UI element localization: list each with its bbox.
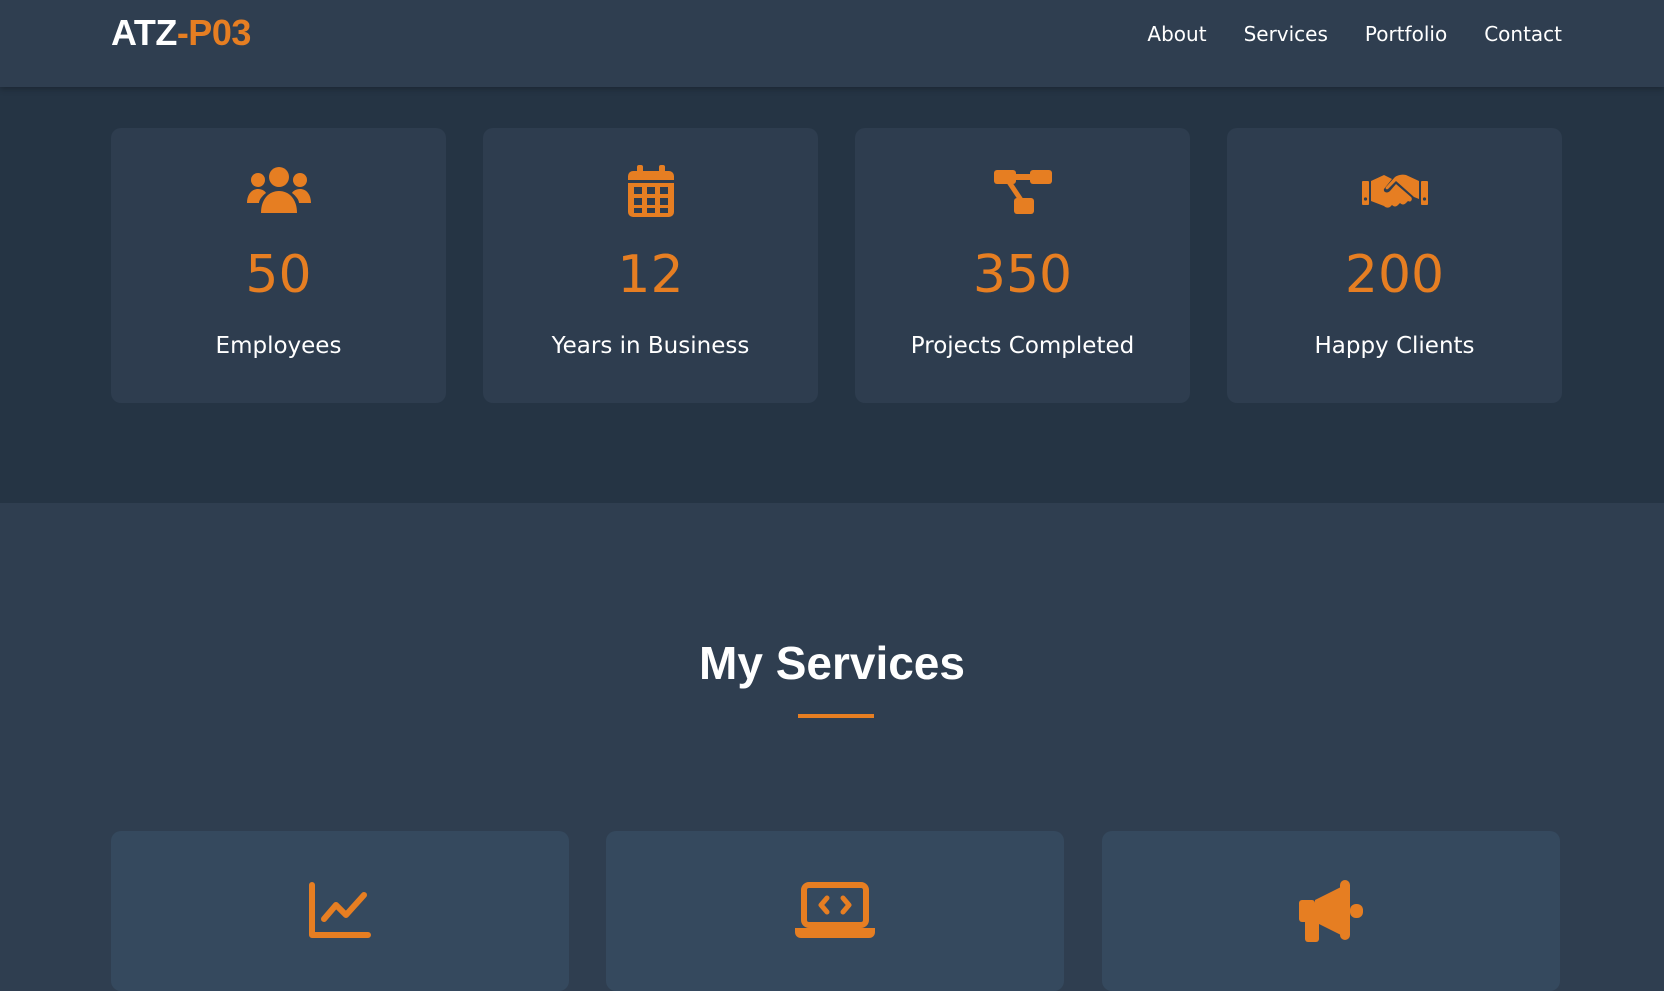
stat-card-clients: 200 Happy Clients xyxy=(1227,128,1562,403)
logo-accent-text: -P03 xyxy=(176,12,252,53)
service-card-analytics[interactable] xyxy=(111,831,569,991)
stat-value: 12 xyxy=(617,245,684,305)
stat-label: Years in Business xyxy=(551,333,750,359)
stat-value: 50 xyxy=(245,245,312,305)
nav-link-portfolio[interactable]: Portfolio xyxy=(1365,20,1447,48)
megaphone-icon xyxy=(1102,877,1560,943)
nav-link-services[interactable]: Services xyxy=(1244,20,1328,48)
logo-text: ATZ xyxy=(111,12,177,53)
calendar-icon xyxy=(483,163,818,219)
title-underline xyxy=(798,714,874,718)
nav-link-contact[interactable]: Contact xyxy=(1484,20,1562,48)
stats-section: 50 Employees 12 Years in Business 350 Pr… xyxy=(0,87,1664,503)
services-section: My Services xyxy=(0,503,1664,991)
section-title: My Services xyxy=(699,637,965,689)
site-logo[interactable]: ATZ-P03 xyxy=(111,12,251,54)
stat-label: Happy Clients xyxy=(1314,333,1475,359)
nav-link-about[interactable]: About xyxy=(1147,20,1206,48)
stat-card-years: 12 Years in Business xyxy=(483,128,818,403)
service-card-marketing[interactable] xyxy=(1102,831,1560,991)
stat-value: 350 xyxy=(972,245,1073,305)
stat-label: Projects Completed xyxy=(910,333,1135,359)
main-nav: About Services Portfolio Contact xyxy=(1147,20,1562,48)
handshake-icon xyxy=(1227,163,1562,219)
service-card-development[interactable] xyxy=(606,831,1064,991)
project-diagram-icon xyxy=(855,163,1190,219)
chart-line-icon xyxy=(111,877,569,943)
users-icon xyxy=(111,163,446,219)
stat-card-employees: 50 Employees xyxy=(111,128,446,403)
stat-card-projects: 350 Projects Completed xyxy=(855,128,1190,403)
laptop-code-icon xyxy=(606,877,1064,943)
stat-value: 200 xyxy=(1344,245,1445,305)
stat-label: Employees xyxy=(215,333,342,359)
navbar: ATZ-P03 About Services Portfolio Contact xyxy=(0,0,1664,87)
